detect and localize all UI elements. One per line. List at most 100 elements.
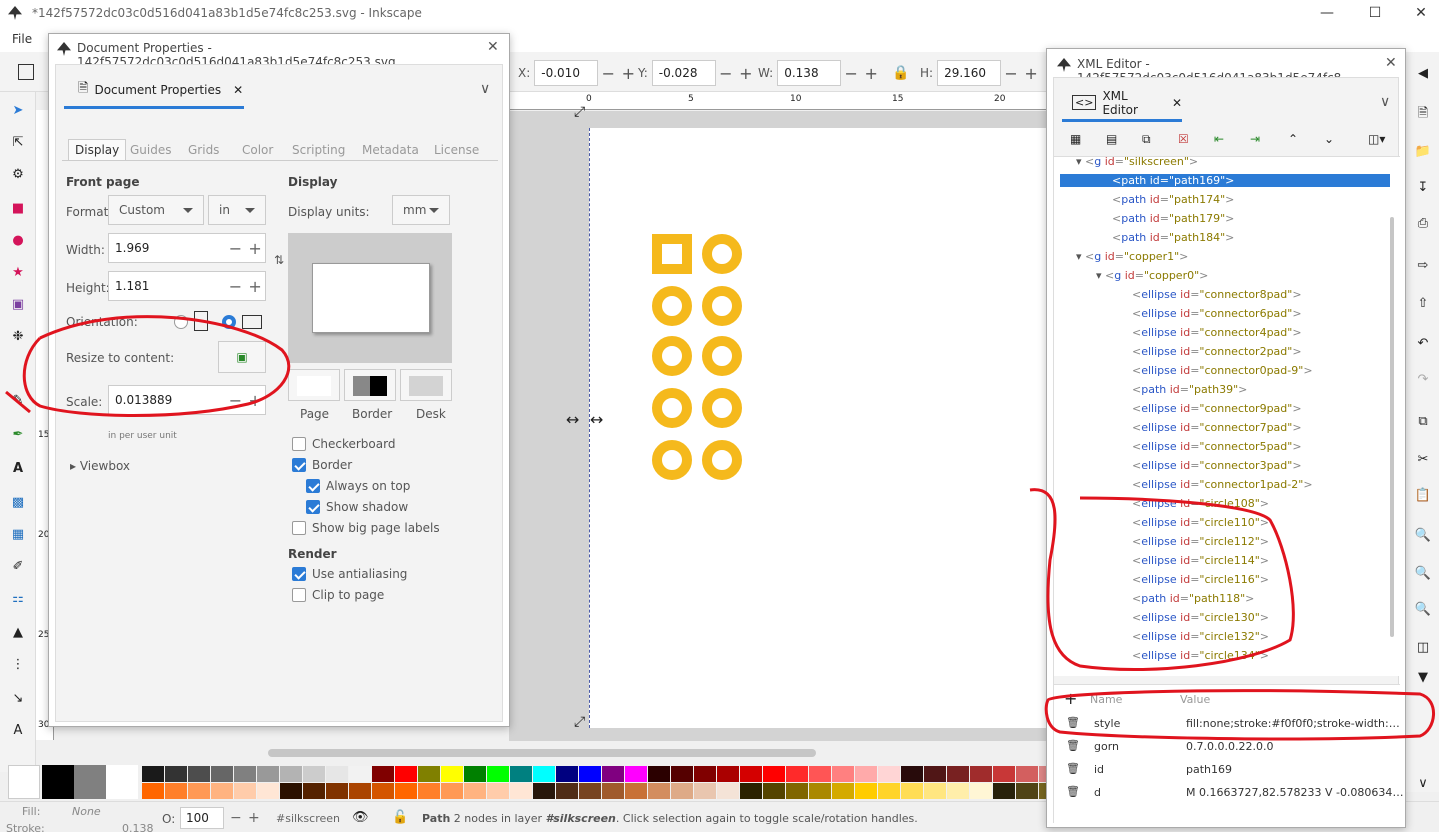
show-shadow-checkbox[interactable]: Show shadow bbox=[306, 500, 408, 514]
tab-license[interactable]: License bbox=[434, 143, 479, 157]
color-swatch[interactable] bbox=[533, 783, 555, 799]
color-swatch[interactable] bbox=[832, 783, 854, 799]
xml-node[interactable]: <path id="path184"> bbox=[1112, 231, 1234, 244]
xml-node[interactable]: <ellipse id="connector6pad"> bbox=[1132, 307, 1302, 320]
color-swatch[interactable] bbox=[717, 766, 739, 782]
w-input[interactable]: 0.138 bbox=[777, 60, 842, 86]
color-swatch[interactable] bbox=[372, 783, 394, 799]
xml-node[interactable]: <ellipse id="circle112"> bbox=[1132, 535, 1269, 548]
layer-selector[interactable]: #silkscreen bbox=[276, 812, 340, 825]
format-dropdown[interactable]: Custom bbox=[108, 195, 204, 225]
color-swatch[interactable] bbox=[372, 766, 394, 782]
color-swatch[interactable] bbox=[671, 783, 693, 799]
color-swatch[interactable] bbox=[74, 765, 106, 799]
xml-node[interactable]: <ellipse id="circle132"> bbox=[1132, 630, 1269, 643]
xml-node[interactable]: <ellipse id="circle116"> bbox=[1132, 573, 1269, 586]
expander-icon[interactable]: ▾ bbox=[1096, 269, 1105, 282]
x-input[interactable]: -0.010 bbox=[534, 60, 599, 86]
rect-tool-icon[interactable]: ■ bbox=[8, 198, 28, 218]
opacity-input[interactable]: 100 bbox=[180, 807, 224, 829]
color-swatch[interactable] bbox=[142, 783, 164, 799]
always-on-top-checkbox[interactable]: Always on top bbox=[306, 479, 410, 493]
w-decrement[interactable]: − bbox=[845, 64, 858, 83]
eraser-tool-icon[interactable]: ▲ bbox=[8, 622, 28, 642]
new-document-icon[interactable]: 🗎 bbox=[1414, 106, 1432, 124]
color-swatch[interactable] bbox=[418, 783, 440, 799]
xml-node[interactable]: <path id="path169"> bbox=[1060, 174, 1390, 187]
tab-color[interactable]: Color bbox=[242, 143, 273, 157]
color-swatch[interactable] bbox=[947, 783, 969, 799]
no-paint-swatch[interactable] bbox=[8, 765, 40, 799]
color-swatch[interactable] bbox=[165, 783, 187, 799]
more-commands-icon[interactable]: ▼ bbox=[1414, 668, 1432, 686]
pad-circle[interactable] bbox=[652, 336, 692, 376]
zoom-selection-icon[interactable]: 🔍 bbox=[1414, 526, 1432, 544]
color-swatch[interactable] bbox=[464, 783, 486, 799]
pencil-tool-icon[interactable]: ✎ bbox=[8, 390, 28, 410]
desk-color-button[interactable] bbox=[400, 369, 452, 401]
xml-node[interactable]: <ellipse id="connector3pad"> bbox=[1132, 459, 1302, 472]
close-tab-icon[interactable]: ✕ bbox=[233, 83, 243, 97]
color-swatch[interactable] bbox=[280, 783, 302, 799]
pad-circle[interactable] bbox=[702, 440, 742, 480]
layer-lock-icon[interactable]: 🔓 bbox=[392, 810, 408, 825]
color-swatch[interactable] bbox=[280, 766, 302, 782]
color-swatch[interactable] bbox=[625, 783, 647, 799]
xml-node[interactable]: ▾ <g id="copper1"> bbox=[1076, 250, 1188, 263]
new-element-node-icon[interactable]: ▦ bbox=[1070, 132, 1081, 146]
select-all-icon[interactable] bbox=[18, 64, 34, 80]
attribute-value[interactable]: path169 bbox=[1186, 763, 1406, 776]
h-increment[interactable]: + bbox=[1024, 64, 1037, 83]
attribute-value[interactable]: fill:none;stroke:#f0f0f0;stroke-width:0.… bbox=[1186, 717, 1406, 730]
x-decrement[interactable]: − bbox=[602, 64, 615, 83]
cut-icon[interactable]: ✂ bbox=[1414, 450, 1432, 468]
clip-to-page-checkbox[interactable]: Clip to page bbox=[292, 588, 384, 602]
palette-menu-icon[interactable]: ∨ bbox=[1414, 774, 1432, 792]
color-swatch[interactable] bbox=[106, 765, 138, 799]
color-swatch[interactable] bbox=[257, 766, 279, 782]
attribute-value[interactable]: 0.7.0.0.0.22.0.0 bbox=[1186, 740, 1406, 753]
color-swatch[interactable] bbox=[809, 783, 831, 799]
color-swatch[interactable] bbox=[694, 766, 716, 782]
height-increment[interactable]: + bbox=[248, 277, 261, 296]
layout-menu-icon[interactable]: ◫▾ bbox=[1368, 132, 1385, 146]
tab-document-properties[interactable]: 🗎 Document Properties ✕ bbox=[64, 73, 244, 109]
xml-node[interactable]: <ellipse id="circle110"> bbox=[1132, 516, 1269, 529]
color-swatch[interactable] bbox=[717, 783, 739, 799]
attribute-name[interactable]: id bbox=[1094, 763, 1104, 776]
attribute-name[interactable]: style bbox=[1094, 717, 1120, 730]
dropper-tool-icon[interactable]: ✐ bbox=[8, 556, 28, 576]
color-swatch[interactable] bbox=[625, 766, 647, 782]
show-big-page-labels-checkbox[interactable]: Show big page labels bbox=[292, 521, 440, 535]
color-swatch[interactable] bbox=[579, 783, 601, 799]
expander-icon[interactable]: ▾ bbox=[1076, 250, 1085, 263]
color-swatch[interactable] bbox=[395, 766, 417, 782]
w-increment[interactable]: + bbox=[865, 64, 878, 83]
portrait-radio[interactable] bbox=[174, 315, 188, 329]
eye-visibility-icon[interactable]: 👁 bbox=[352, 810, 369, 825]
delete-attribute-icon[interactable]: 🗑 bbox=[1066, 739, 1080, 752]
tab-guides[interactable]: Guides bbox=[130, 143, 172, 157]
indent-node-icon[interactable]: ⇥ bbox=[1250, 132, 1260, 146]
add-attribute-button[interactable]: + bbox=[1064, 689, 1077, 708]
color-swatch[interactable] bbox=[188, 766, 210, 782]
attribute-name[interactable]: gorn bbox=[1094, 740, 1119, 753]
pad-circle[interactable] bbox=[702, 388, 742, 428]
color-swatch[interactable] bbox=[556, 783, 578, 799]
color-swatch[interactable] bbox=[694, 783, 716, 799]
height-input[interactable]: 1.181 − + bbox=[108, 271, 266, 301]
color-swatch[interactable] bbox=[993, 783, 1015, 799]
3dbox-tool-icon[interactable]: ▣ bbox=[8, 294, 28, 314]
viewbox-expander[interactable]: ▸ Viewbox bbox=[70, 459, 130, 473]
expander-icon[interactable]: ▾ bbox=[1076, 157, 1085, 168]
y-input[interactable]: -0.028 bbox=[651, 60, 716, 86]
unindent-node-icon[interactable]: ⇤ bbox=[1214, 132, 1224, 146]
xml-node[interactable]: <ellipse id="connector5pad"> bbox=[1132, 440, 1302, 453]
color-swatch[interactable] bbox=[1016, 783, 1038, 799]
xml-node[interactable]: <path id="path174"> bbox=[1112, 193, 1234, 206]
attribute-value[interactable]: M 0.1663727,82.578233 V -0.08063458 bbox=[1186, 786, 1406, 799]
xml-node[interactable]: <ellipse id="connector8pad"> bbox=[1132, 288, 1302, 301]
scale-input[interactable]: 0.013889 − + bbox=[108, 385, 266, 415]
attribute-row[interactable]: 🗑 style fill:none;stroke:#f0f0f0;stroke-wi… bbox=[1062, 713, 1406, 735]
color-swatch[interactable] bbox=[855, 783, 877, 799]
